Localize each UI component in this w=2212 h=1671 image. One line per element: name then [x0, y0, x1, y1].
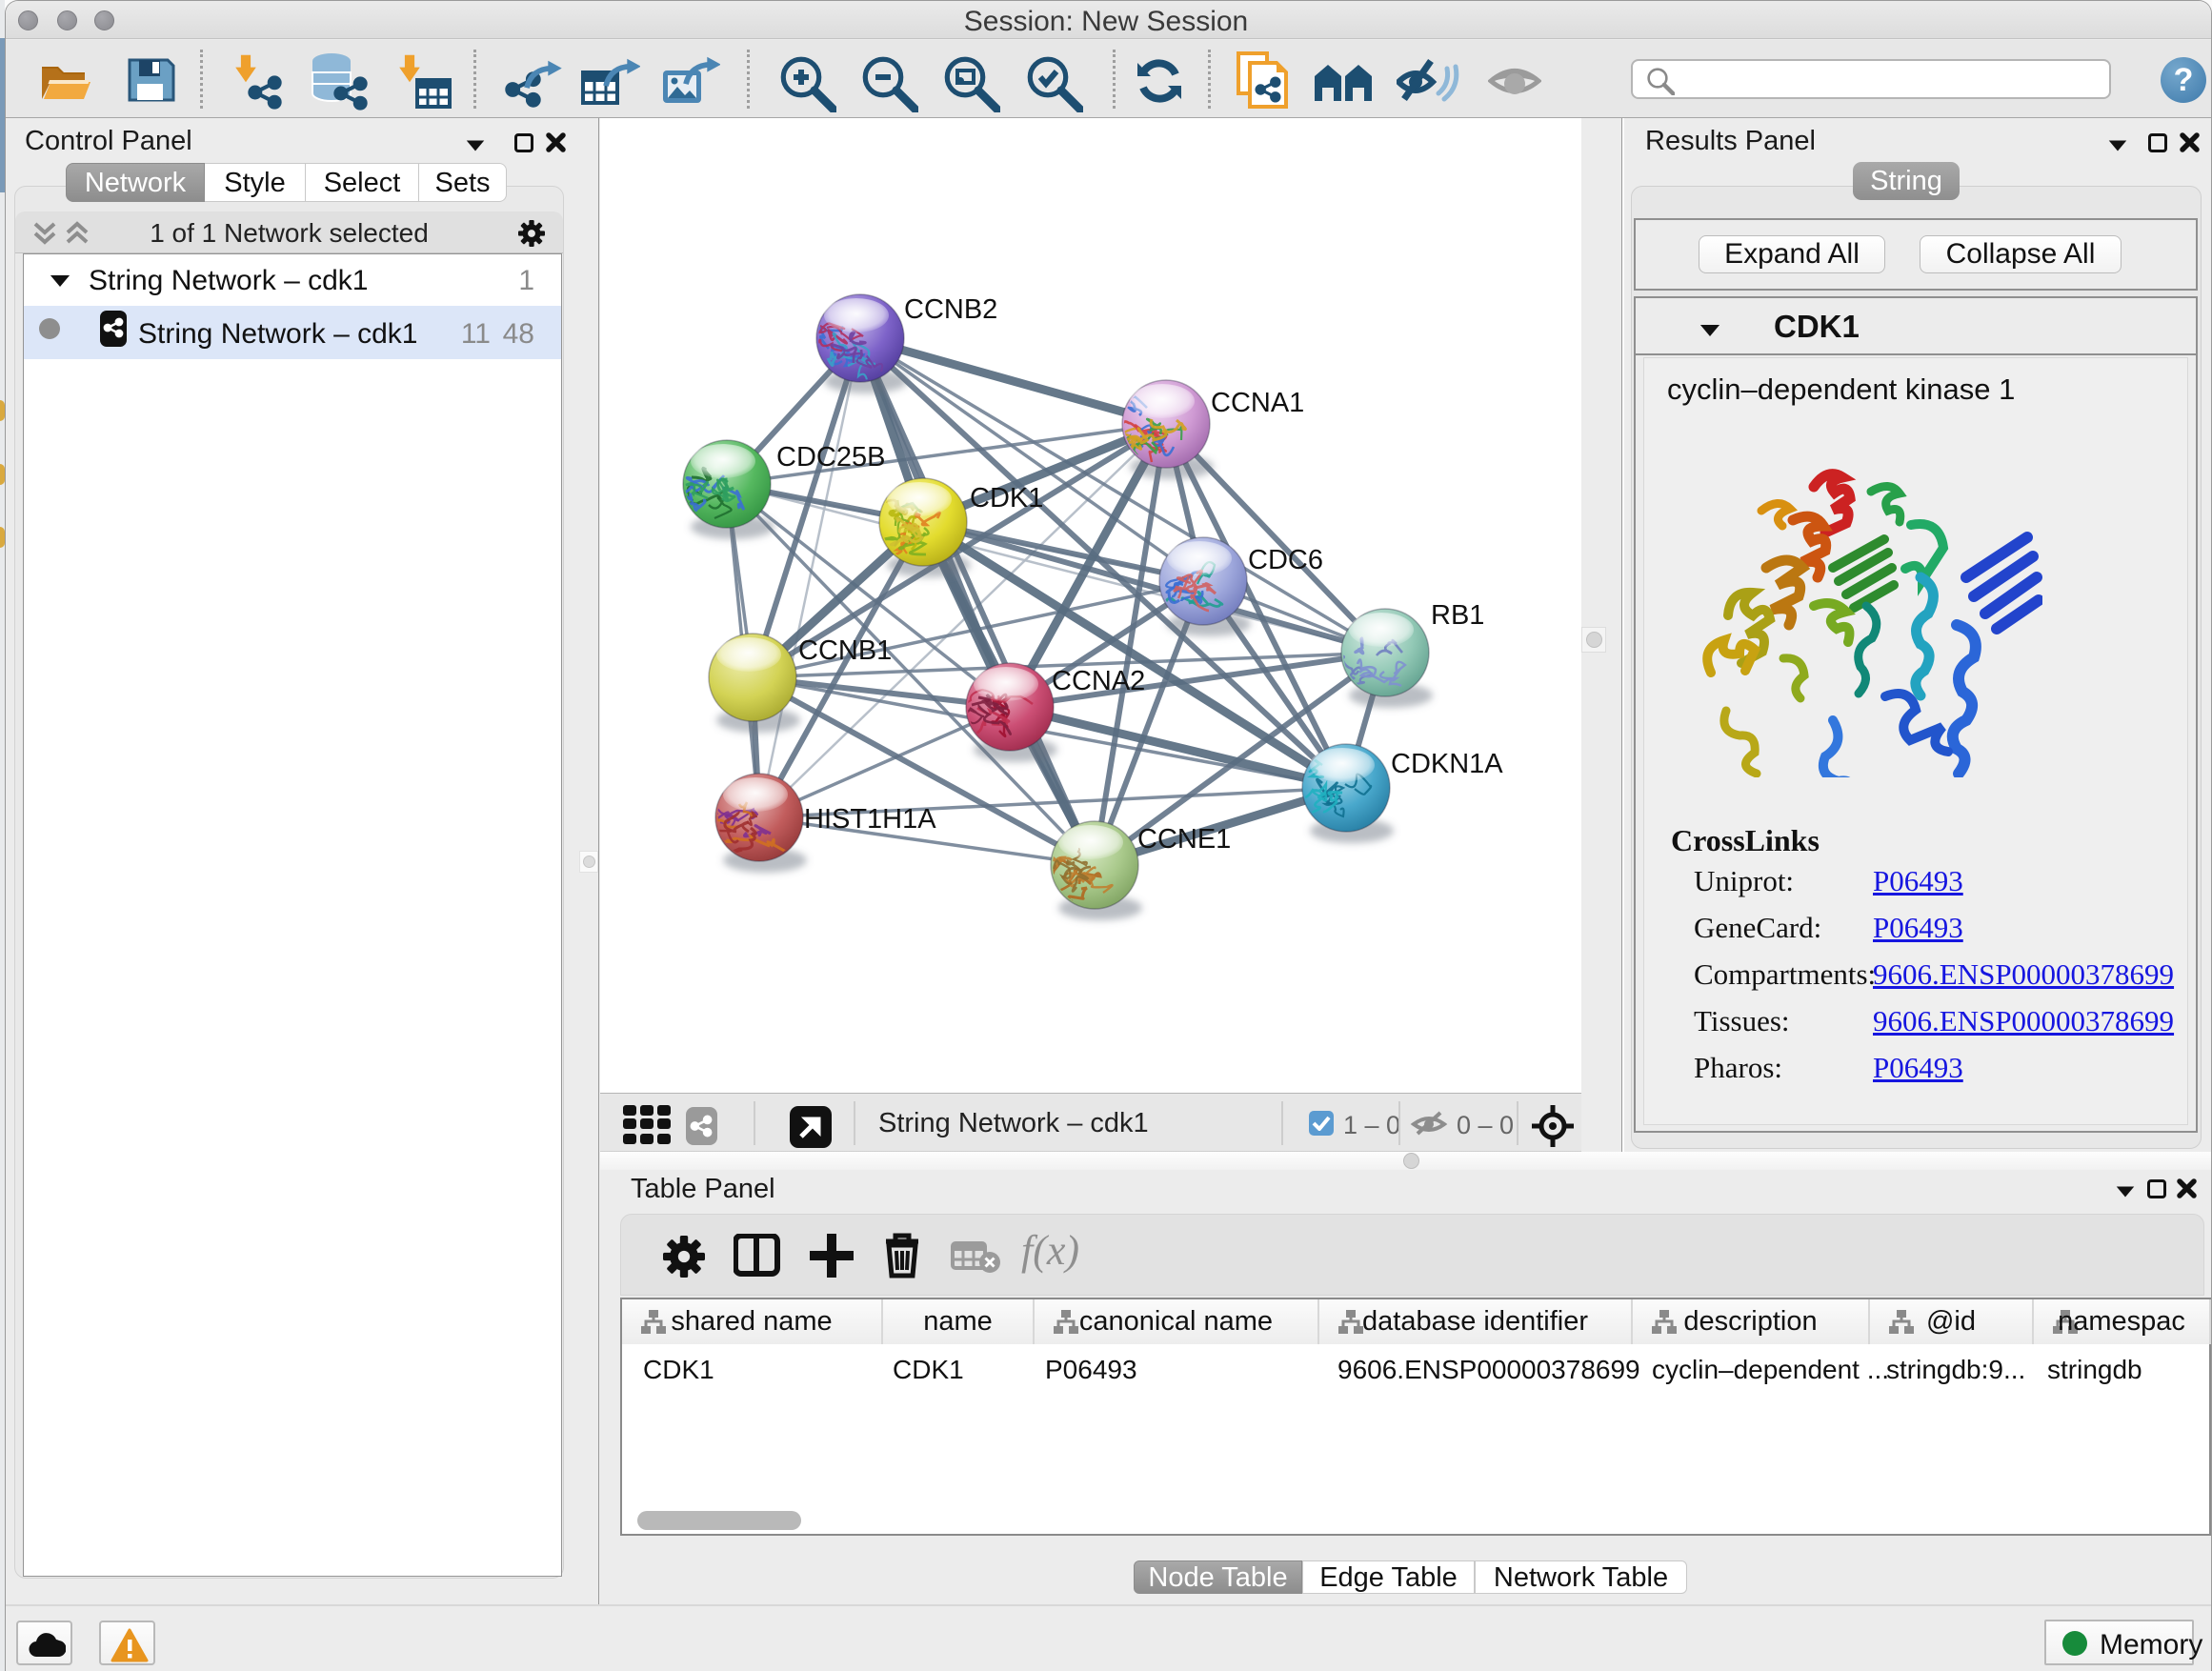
svg-text:CDC25B: CDC25B — [776, 442, 885, 473]
svg-text:RB1: RB1 — [1431, 600, 1484, 631]
svg-text:CCNE1: CCNE1 — [1137, 824, 1231, 855]
svg-text:CCNB1: CCNB1 — [798, 635, 892, 666]
svg-text:CDKN1A: CDKN1A — [1391, 749, 1503, 779]
svg-text:CDK1: CDK1 — [970, 483, 1043, 513]
svg-text:CDC6: CDC6 — [1248, 545, 1323, 575]
svg-text:HIST1H1A: HIST1H1A — [804, 804, 936, 835]
svg-text:CCNA1: CCNA1 — [1211, 388, 1304, 418]
svg-text:CCNB2: CCNB2 — [904, 294, 997, 325]
svg-text:CCNA2: CCNA2 — [1052, 666, 1145, 696]
